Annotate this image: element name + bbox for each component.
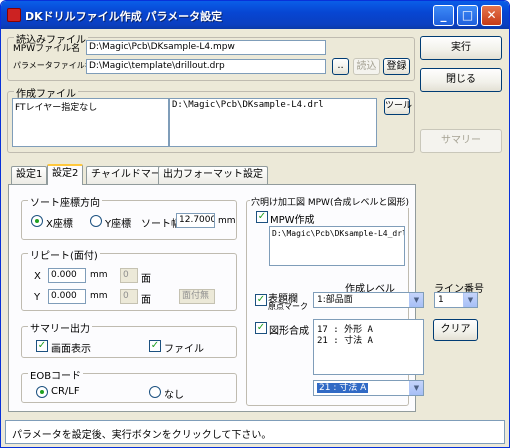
eob-title: EOBコード <box>28 367 84 382</box>
drill-drawing-title: 穴明け加工図 MPW(合成レベルと図形) <box>250 195 410 208</box>
no-panel-field[interactable]: 面付無 <box>179 289 215 304</box>
sort-width-input[interactable]: 12.7000 <box>176 213 215 228</box>
line-select-value: 1 <box>438 295 444 305</box>
close-window-button[interactable]: ✕ <box>481 5 502 26</box>
line-number-select[interactable]: 1 ▼ <box>434 292 478 308</box>
title-block-checkbox[interactable]: ✓ <box>255 294 267 306</box>
list-item[interactable]: FTレイヤー指定なし <box>15 100 97 113</box>
summary-output-title: サマリー出力 <box>28 320 92 335</box>
repeat-title: リピート(面付) <box>28 247 100 262</box>
shape-select-value: 21 : 寸法 A <box>317 383 369 393</box>
sort-x-radio[interactable] <box>31 215 43 227</box>
repeat-x-input[interactable]: 0.000 <box>48 268 86 283</box>
repeat-x-count-unit: 面 <box>141 274 151 285</box>
status-bar: パラメータを設定後、実行ボタンをクリックして下さい。 <box>5 420 505 444</box>
sort-y-radio[interactable] <box>90 215 102 227</box>
repeat-y-label: Y <box>34 292 41 303</box>
level-select[interactable]: 1:部品面 ▼ <box>313 292 424 308</box>
level-select-value: 1:部品面 <box>317 295 353 305</box>
layer-list[interactable]: FTレイヤー指定なし <box>12 98 169 147</box>
register-button[interactable]: 登録 <box>383 58 410 75</box>
shape-select[interactable]: 21 : 寸法 A ▼ <box>313 380 424 396</box>
app-icon <box>7 8 21 22</box>
summary-button[interactable]: サマリー <box>420 129 502 153</box>
sort-x-label: X座標 <box>46 219 73 230</box>
close-button[interactable]: 閉じる <box>420 68 502 92</box>
sort-title: ソート座標方向 <box>28 194 102 209</box>
repeat-x-unit: mm <box>90 270 108 280</box>
tool-button[interactable]: ツール <box>384 98 412 115</box>
mpw-output-path: D:\Magic\Pcb\DKsample-L4_drl.mpw <box>272 229 405 238</box>
repeat-y-count[interactable]: 0 <box>120 289 138 304</box>
file-output-label: ファイル <box>164 344 204 355</box>
shape-list[interactable]: 17 : 外形 A 21 : 寸法 A <box>313 319 424 375</box>
param-file-input[interactable]: D:\Magic\template\drillout.drp <box>86 59 326 74</box>
mpw-output-file[interactable]: D:\Magic\Pcb\DKsample-L4_drl.mpw <box>269 226 405 266</box>
repeat-y-unit: mm <box>90 291 108 301</box>
screen-display-checkbox[interactable]: ✓ <box>36 340 48 352</box>
chevron-down-icon: ▼ <box>463 293 477 307</box>
mpw-file-label: MPWファイル名 <box>13 44 81 54</box>
list-item[interactable]: D:\Magic\Pcb\DKsample-L4.drl <box>172 100 324 110</box>
list-item[interactable]: 21 : 寸法 A <box>317 333 373 346</box>
tab-output-format[interactable]: 出力フォーマット設定 <box>158 166 268 184</box>
eob-crlf-radio[interactable] <box>36 386 48 398</box>
chevron-down-icon: ▼ <box>409 381 423 395</box>
load-button[interactable]: 読込 <box>353 58 380 75</box>
file-output-checkbox[interactable]: ✓ <box>149 340 161 352</box>
repeat-x-label: X <box>34 271 41 282</box>
repeat-x-count[interactable]: 0 <box>120 268 138 283</box>
sort-y-label: Y座標 <box>105 219 132 230</box>
title-bar[interactable]: DKドリルファイル作成 パラメータ設定 _ □ ✕ <box>1 1 509 29</box>
maximize-button[interactable]: □ <box>457 5 478 26</box>
status-message: パラメータを設定後、実行ボタンをクリックして下さい。 <box>12 430 272 441</box>
sort-width-label: ソート幅 <box>141 219 181 230</box>
mpw-file-input[interactable]: D:\Magic\Pcb\DKsample-L4.mpw <box>86 40 326 55</box>
param-file-label: パラメータファイル名 <box>13 61 93 70</box>
repeat-y-input[interactable]: 0.000 <box>48 289 86 304</box>
eob-none-radio[interactable] <box>149 386 161 398</box>
eob-crlf-label: CR/LF <box>51 386 80 397</box>
drill-file-list[interactable]: D:\Magic\Pcb\DKsample-L4.drl <box>169 98 377 147</box>
sort-unit: mm <box>218 216 236 226</box>
chevron-down-icon: ▼ <box>409 293 423 307</box>
tab-settings1[interactable]: 設定1 <box>11 166 48 184</box>
browse-button[interactable]: .. <box>332 58 349 75</box>
shape-merge-checkbox[interactable]: ✓ <box>255 322 267 334</box>
window-title: DKドリルファイル作成 パラメータ設定 <box>25 10 223 23</box>
shape-merge-label: 図形合成 <box>269 326 309 337</box>
screen-display-label: 画面表示 <box>51 344 91 355</box>
origin-mark-label: 原点マーク <box>268 302 308 311</box>
eob-none-label: なし <box>164 390 184 401</box>
mpw-create-label: MPW作成 <box>270 215 315 226</box>
repeat-y-count-unit: 面 <box>141 295 151 306</box>
minimize-button[interactable]: _ <box>433 5 454 26</box>
run-button[interactable]: 実行 <box>420 36 502 60</box>
clear-button[interactable]: クリア <box>433 319 478 341</box>
app-window: DKドリルファイル作成 パラメータ設定 _ □ ✕ 読込みファイル MPWファイ… <box>0 0 510 448</box>
tab-settings2[interactable]: 設定2 <box>47 164 84 185</box>
mpw-create-checkbox[interactable]: ✓ <box>256 211 268 223</box>
